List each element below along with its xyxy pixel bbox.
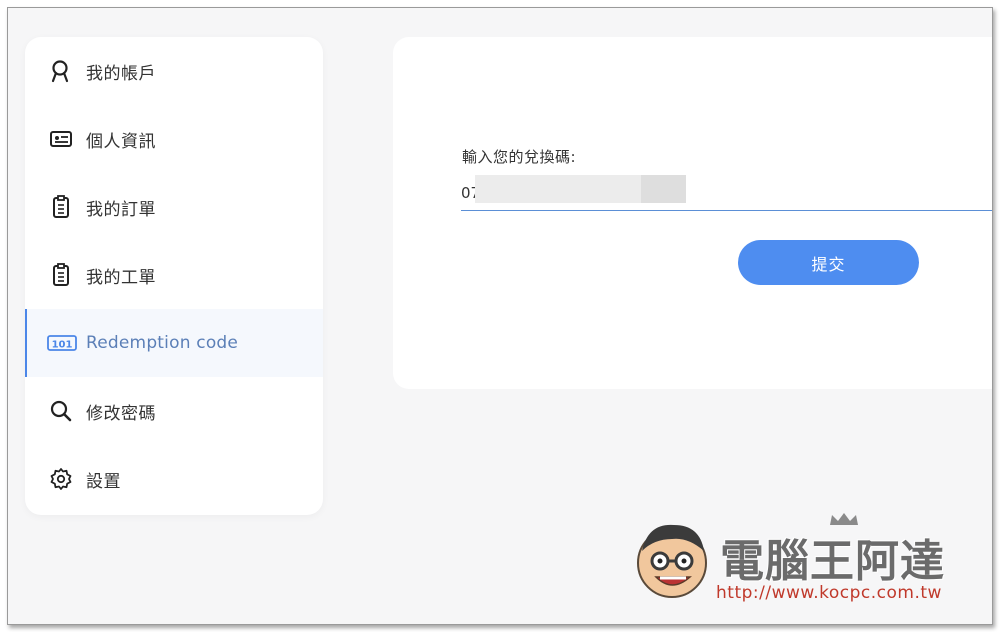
sidebar-item-my-tickets[interactable]: 我的工單 [25,241,323,309]
account-sidebar: 我的帳戶 個人資訊 我的訂單 我的工單 101 Redemption code … [25,37,323,515]
sidebar-item-change-password[interactable]: 修改密碼 [25,377,323,445]
sidebar-item-redemption-code[interactable]: 101 Redemption code [25,309,323,377]
app-window: 我的帳戶 個人資訊 我的訂單 我的工單 101 Redemption code … [7,7,993,625]
sidebar-item-label: 個人資訊 [86,131,156,152]
watermark-title: 電腦王阿達 [720,536,945,587]
sidebar-item-label: 我的工單 [86,267,156,288]
sidebar-item-label: 設置 [86,471,121,492]
sidebar-item-personal-info[interactable]: 個人資訊 [25,105,323,173]
id-card-icon [49,127,73,151]
sidebar-item-label: 我的帳戶 [86,63,156,84]
redacted-overlay [641,175,686,203]
search-icon [49,399,73,423]
mascot-face-icon [637,524,707,598]
watermark-url: http://www.kocpc.com.tw [716,583,942,603]
sidebar-item-settings[interactable]: 設置 [25,445,323,513]
redemption-code-label: 輸入您的兌換碼: [462,148,577,166]
sidebar-item-label: Redemption code [86,333,239,353]
clipboard-list-icon [49,263,73,287]
svg-text:101: 101 [52,340,73,351]
user-icon [49,59,73,83]
clipboard-list-icon [49,195,73,219]
sidebar-item-my-account[interactable]: 我的帳戶 [25,37,323,105]
redemption-card: 輸入您的兌換碼: 提交 [393,37,992,389]
watermark: 電腦王阿達 http://www.kocpc.com.tw [628,511,968,611]
submit-button[interactable]: 提交 [738,240,919,285]
gear-icon [49,467,73,491]
code-101-icon: 101 [47,331,77,355]
sidebar-item-my-orders[interactable]: 我的訂單 [25,173,323,241]
sidebar-item-label: 修改密碼 [86,403,156,424]
sidebar-item-label: 我的訂單 [86,199,156,220]
